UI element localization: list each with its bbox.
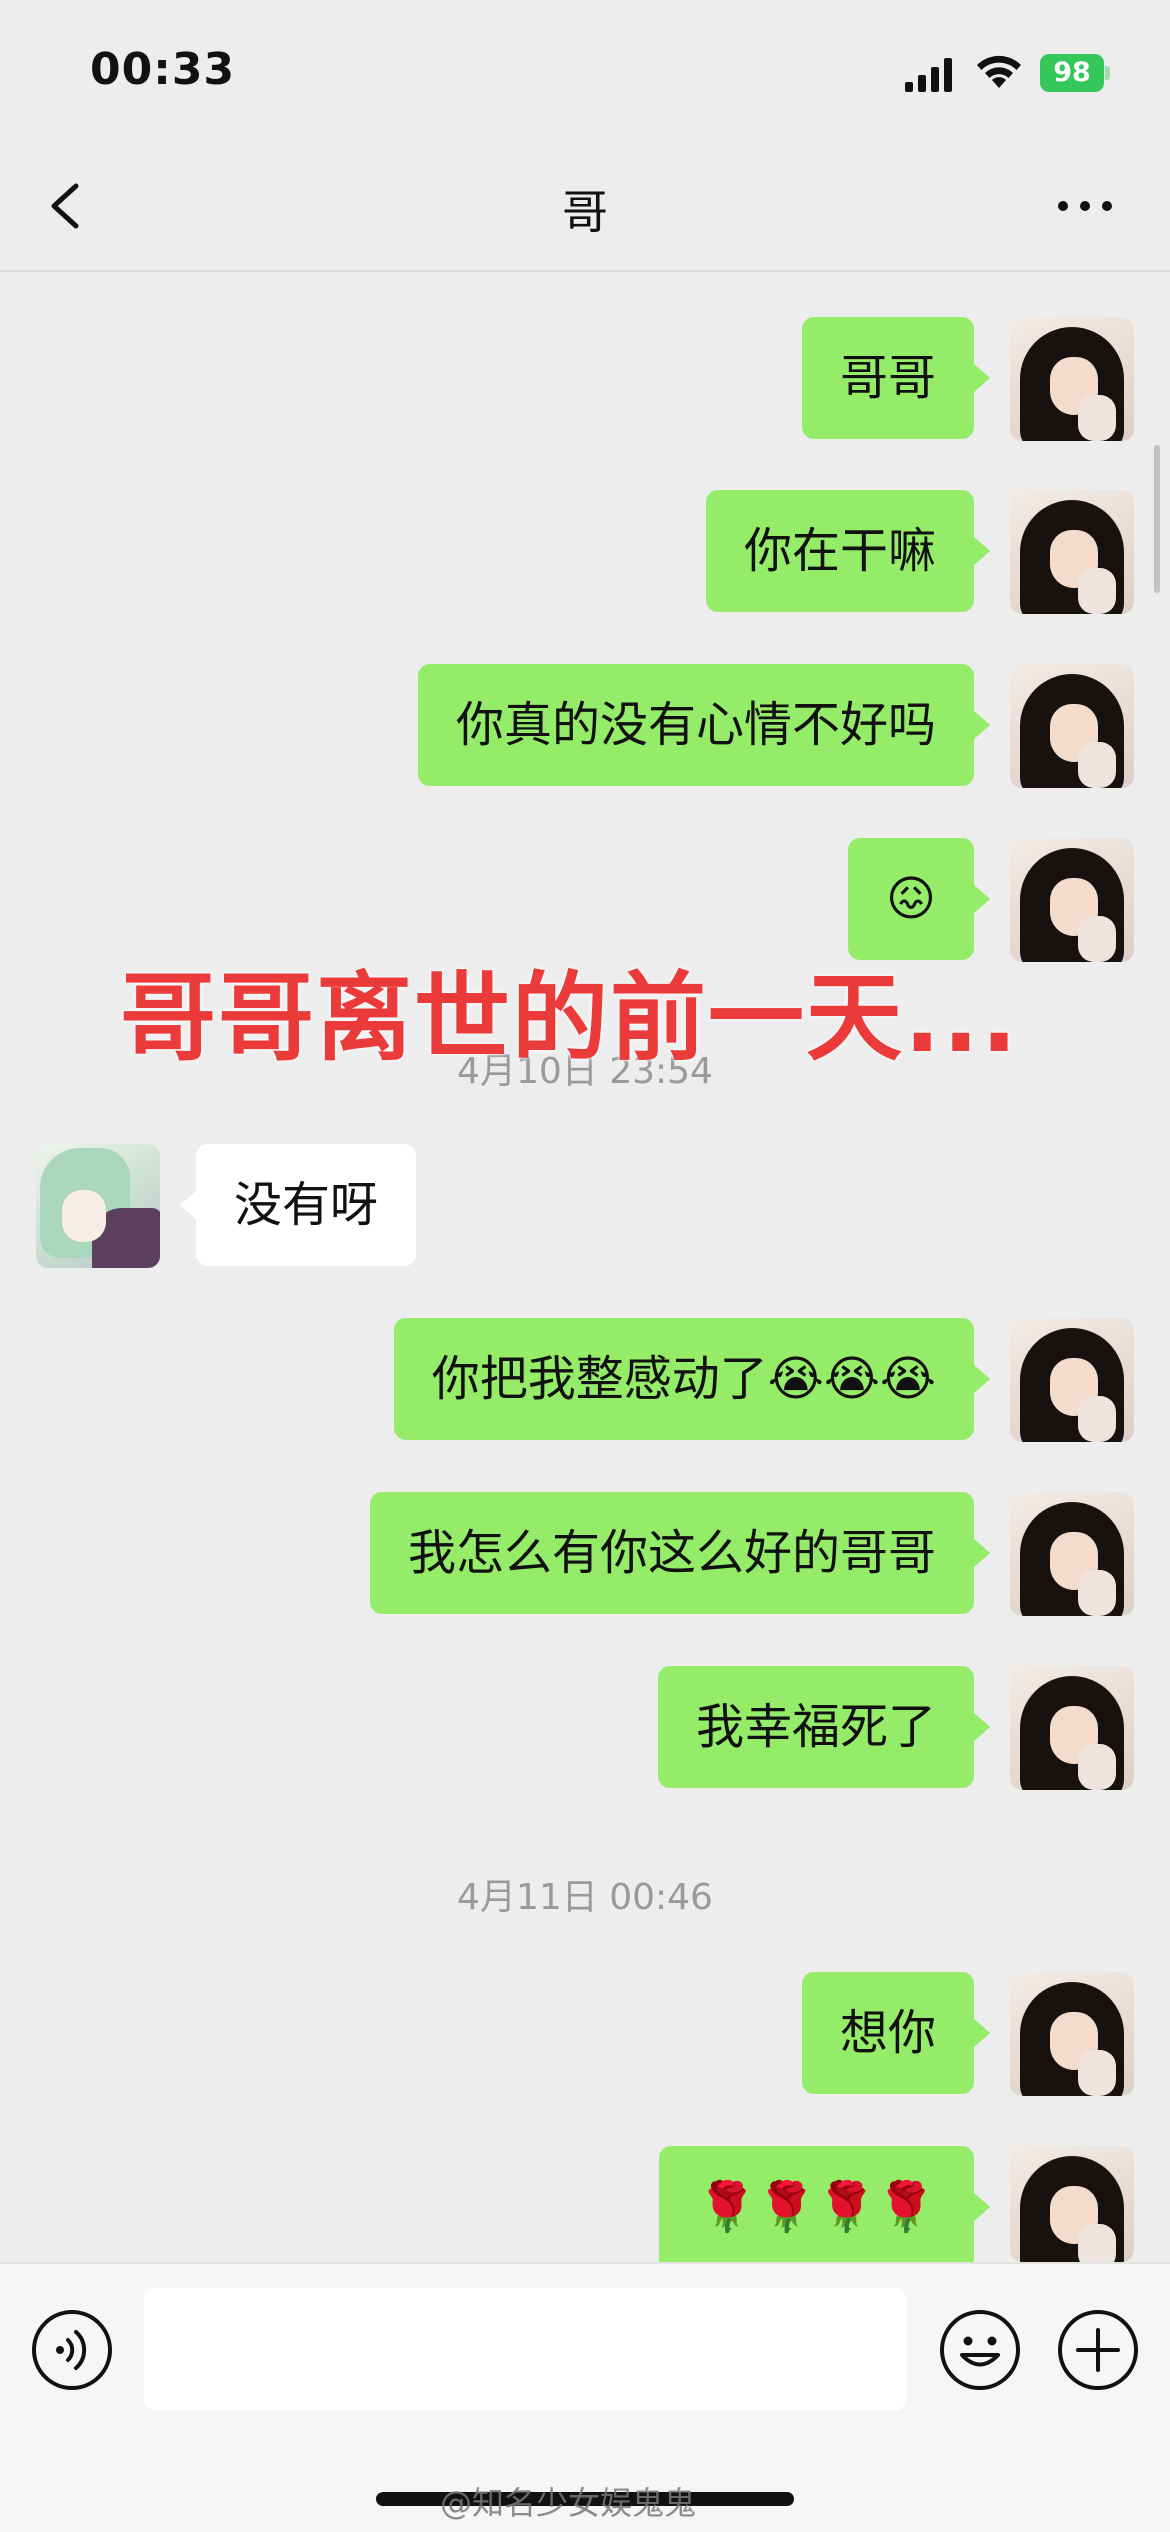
- my-avatar[interactable]: [1010, 2146, 1134, 2262]
- my-avatar[interactable]: [1010, 1972, 1134, 2096]
- my-avatar[interactable]: [1010, 490, 1134, 614]
- scrollbar[interactable]: [1154, 445, 1160, 593]
- more-icon[interactable]: [1055, 196, 1115, 216]
- wifi-icon: [977, 55, 1021, 88]
- message-bubble-sent[interactable]: 我怎么有你这么好的哥哥: [369, 1492, 991, 1614]
- message-bubble-sent[interactable]: 你把我整感动了😭😭😭: [393, 1318, 991, 1440]
- chat-header: 哥: [0, 140, 1170, 272]
- voice-icon[interactable]: [30, 2308, 114, 2392]
- status-time: 00:33: [90, 44, 236, 95]
- plus-icon[interactable]: [1056, 2308, 1140, 2392]
- status-bar: 00:33 98: [0, 0, 1170, 140]
- message-bubble-sent[interactable]: 你真的没有心情不好吗: [417, 664, 991, 786]
- chat-title: 哥: [562, 185, 608, 239]
- overlay-caption: 哥哥离世的前一天...: [120, 962, 1020, 1074]
- emoji-icon[interactable]: [938, 2308, 1022, 2392]
- message-input[interactable]: [144, 2288, 906, 2410]
- message-bubble-received[interactable]: 没有呀: [179, 1144, 417, 1266]
- signal-icon: [905, 58, 952, 92]
- timestamp: 4月11日 00:46: [457, 1877, 713, 1918]
- my-avatar[interactable]: [1010, 1666, 1134, 1790]
- message-bubble-sent[interactable]: 我幸福死了: [657, 1666, 991, 1788]
- battery-charging-icon: 98: [1040, 54, 1110, 92]
- my-avatar[interactable]: [1010, 1318, 1134, 1442]
- message-bubble-sent[interactable]: 想你: [801, 1972, 991, 2094]
- my-avatar[interactable]: [1010, 1492, 1134, 1616]
- message-bubble-sent[interactable]: 你在干嘛: [705, 490, 991, 612]
- my-avatar[interactable]: [1010, 664, 1134, 788]
- my-avatar[interactable]: [1010, 838, 1134, 962]
- my-avatar[interactable]: [1010, 317, 1134, 441]
- message-bubble-sent[interactable]: 哥哥: [801, 317, 991, 439]
- friend-avatar[interactable]: [36, 1144, 160, 1268]
- message-bubble-sent[interactable]: 🌹🌹🌹🌹: [658, 2146, 991, 2262]
- watermark: @知名少女娱鬼鬼: [440, 2484, 697, 2522]
- battery-level: 98: [1053, 57, 1091, 88]
